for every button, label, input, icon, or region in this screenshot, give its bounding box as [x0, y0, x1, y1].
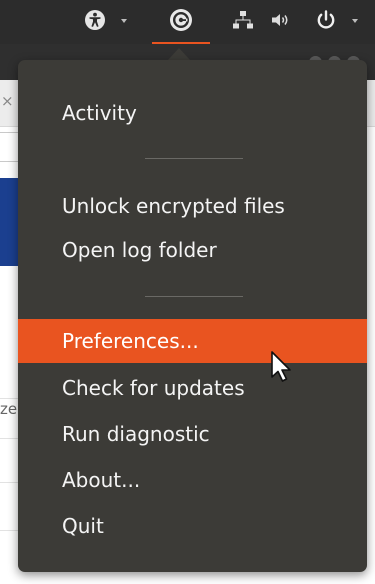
menu-item-quit[interactable]: Quit — [18, 504, 367, 548]
volume-indicator[interactable] — [268, 0, 294, 44]
top-panel — [0, 0, 375, 44]
volume-icon — [270, 11, 292, 33]
accessibility-indicator[interactable] — [80, 0, 110, 44]
menu-pointer-arrow — [168, 48, 190, 60]
app-indicator-icon — [168, 7, 194, 37]
menu-separator — [145, 158, 243, 159]
accessibility-icon — [84, 9, 106, 35]
power-icon — [315, 9, 337, 35]
background-close-tab-icon[interactable]: × — [1, 92, 14, 110]
menu-item-unlock-encrypted-files[interactable]: Unlock encrypted files — [18, 184, 367, 228]
background-side-text: ze — [0, 400, 18, 418]
menu-item-run-diagnostic[interactable]: Run diagnostic — [18, 412, 367, 456]
menu-item-check-for-updates[interactable]: Check for updates — [18, 366, 367, 410]
accessibility-menu-arrow-icon[interactable] — [121, 19, 127, 23]
power-indicator[interactable] — [312, 0, 340, 44]
app-indicator[interactable] — [164, 0, 198, 44]
menu-item-activity[interactable]: Activity — [18, 91, 367, 135]
menu-item-about[interactable]: About... — [18, 458, 367, 502]
menu-item-open-log-folder[interactable]: Open log folder — [18, 228, 367, 272]
indicator-dropdown-menu: Activity Unlock encrypted files Open log… — [18, 60, 367, 572]
network-indicator[interactable] — [229, 0, 257, 44]
menu-separator — [145, 296, 243, 297]
background-input-field[interactable] — [0, 132, 20, 162]
desktop-screen: × ze Activity Unlock encrypted files Ope… — [0, 0, 375, 584]
mouse-cursor-icon — [270, 350, 292, 384]
network-icon — [232, 10, 254, 34]
menu-item-preferences[interactable]: Preferences... — [18, 319, 367, 363]
power-menu-arrow-icon[interactable] — [352, 19, 358, 23]
